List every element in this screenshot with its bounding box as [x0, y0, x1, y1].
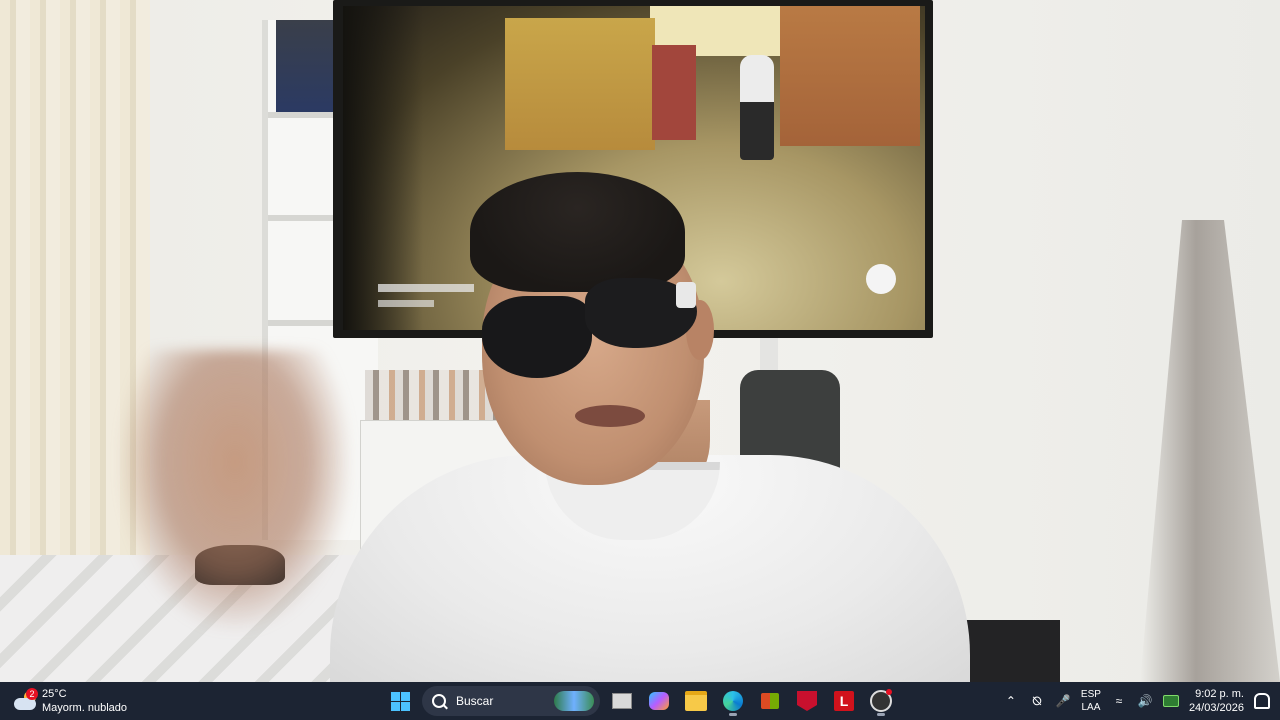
partly-cloudy-icon: 2	[12, 688, 38, 712]
folder-icon	[685, 691, 707, 711]
tv-scene-building	[780, 6, 920, 146]
weather-temperature: 25°C	[42, 688, 67, 700]
red-l-icon: L	[834, 691, 854, 711]
file-explorer-button[interactable]	[681, 686, 711, 716]
notification-bell-icon[interactable]	[1254, 693, 1270, 709]
search-label: Buscar	[456, 694, 494, 708]
person-mouth	[575, 405, 645, 427]
chevron-up-icon[interactable]: ⌃	[1003, 693, 1019, 709]
wall-shadow	[1140, 220, 1280, 682]
tv-indicator	[866, 264, 896, 294]
weather-condition: Mayorm. nublado	[42, 702, 127, 714]
windows-logo-icon	[390, 691, 410, 711]
tv-scene-building	[505, 18, 655, 150]
person-hand	[120, 350, 350, 630]
mcafee-button[interactable]	[792, 686, 822, 716]
running-indicator	[877, 713, 885, 716]
task-view-button[interactable]	[607, 686, 637, 716]
tv-subtitle-line	[378, 284, 474, 292]
system-tray: ⌃ ⦰ 🎤 ESP LAA ≈ 🔊 9:02 p. m. 24/03/2026	[1003, 682, 1280, 720]
wifi-icon[interactable]: ≈	[1111, 693, 1127, 709]
task-view-icon	[612, 693, 632, 709]
language-code: ESP	[1080, 689, 1101, 700]
clock[interactable]: 9:02 p. m. 24/03/2026	[1189, 687, 1244, 715]
search-box[interactable]: Buscar	[422, 686, 600, 716]
tv-scene-shadow	[343, 6, 423, 330]
tv-subtitle-line	[378, 300, 434, 307]
clock-time: 9:02 p. m.	[1195, 688, 1244, 700]
keyboard-layout: LAA	[1081, 702, 1101, 713]
location-off-icon[interactable]: ⦰	[1029, 693, 1045, 709]
volume-icon[interactable]: 🔊	[1137, 693, 1153, 709]
microphone-icon[interactable]: 🎤	[1055, 693, 1071, 709]
copilot-button[interactable]	[644, 686, 674, 716]
weather-widget[interactable]: 2 25°C Mayorm. nublado	[12, 685, 127, 717]
camera-feed	[0, 0, 1280, 682]
search-highlight-icon	[554, 691, 594, 711]
mcafee-shield-icon	[797, 691, 817, 711]
taskbar-center: Buscar L	[385, 684, 896, 718]
search-icon	[432, 694, 446, 708]
sunglasses-arm	[676, 282, 696, 308]
app-l-button[interactable]: L	[829, 686, 859, 716]
store-button[interactable]	[755, 686, 785, 716]
battery-icon[interactable]	[1162, 693, 1179, 709]
copilot-icon	[649, 692, 669, 710]
tv-scene-person	[740, 55, 774, 160]
clock-date: 24/03/2026	[1188, 702, 1244, 714]
store-icon	[761, 693, 779, 709]
edge-button[interactable]	[718, 686, 748, 716]
language-indicator[interactable]: ESP LAA	[1081, 688, 1101, 714]
taskbar: 2 25°C Mayorm. nublado Buscar L ⌃ ⦰ 🎤 ES…	[0, 682, 1280, 720]
edge-browser-icon	[723, 691, 743, 711]
recording-dot-icon	[886, 689, 892, 695]
obs-button[interactable]	[866, 686, 896, 716]
running-indicator	[729, 713, 737, 716]
start-button[interactable]	[385, 686, 415, 716]
person-hair	[470, 172, 685, 292]
sunglasses-lens	[482, 296, 592, 378]
tv-scene-door	[652, 45, 696, 140]
weather-badge: 2	[26, 688, 38, 700]
